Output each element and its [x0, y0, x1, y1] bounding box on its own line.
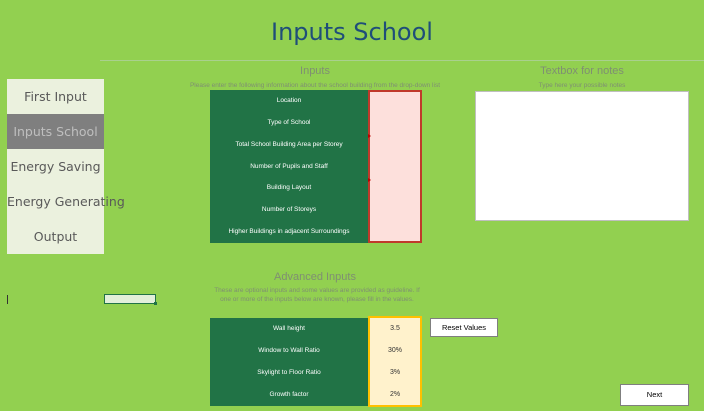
comment-indicator-icon: [368, 134, 371, 138]
next-button[interactable]: Next: [620, 384, 689, 406]
advanced-section-subtitle: These are optional inputs and some value…: [214, 287, 420, 303]
selected-cell[interactable]: [104, 294, 156, 304]
field-label-building-layout: Building Layout: [266, 184, 312, 192]
comment-indicator-icon: [368, 178, 371, 182]
advanced-values-box: 3.5 30% 3% 2%: [368, 316, 422, 407]
inputs-label-column: Location Type of School Total School Bui…: [210, 90, 368, 243]
field-label-building-area: Total School Building Area per Storey: [235, 140, 343, 148]
notes-textbox[interactable]: [475, 91, 689, 221]
field-label-skylight-floor-ratio: Skylight to Floor Ratio: [257, 369, 321, 376]
field-label-growth-factor: Growth factor: [269, 391, 309, 398]
inputs-section-title: Inputs: [300, 65, 330, 77]
fill-handle[interactable]: [154, 302, 157, 305]
header-divider: [100, 60, 704, 61]
text-cursor-marker: [7, 295, 8, 304]
inputs-section-subtitle: Please enter the following information a…: [189, 82, 441, 89]
field-label-wall-height: Wall height: [273, 325, 305, 332]
sidebar-item-energy-saving[interactable]: Energy Saving: [7, 149, 104, 184]
wall-height-input[interactable]: 3.5: [370, 318, 420, 340]
notes-section-subtitle: Type here your possible notes: [538, 82, 626, 89]
page-title: Inputs School: [271, 18, 433, 46]
sidebar-item-inputs-school[interactable]: Inputs School: [7, 114, 104, 149]
field-label-number-of-storeys: Number of Storeys: [261, 206, 317, 214]
field-label-pupils-staff: Number of Pupils and Staff: [250, 162, 328, 170]
sidebar-item-output[interactable]: Output: [7, 219, 104, 254]
skylight-floor-ratio-input[interactable]: 3%: [370, 362, 420, 384]
window-wall-ratio-input[interactable]: 30%: [370, 340, 420, 362]
field-label-location: Location: [276, 97, 302, 104]
growth-factor-input[interactable]: 2%: [370, 384, 420, 406]
sidebar-nav: First Input Inputs School Energy Saving …: [7, 79, 125, 254]
reset-values-button[interactable]: Reset Values: [430, 318, 498, 337]
inputs-dropdown-values[interactable]: [368, 90, 422, 243]
notes-section-title: Textbox for notes: [540, 65, 624, 77]
advanced-label-column: Wall height Window to Wall Ratio Skyligh…: [210, 318, 368, 406]
field-label-window-wall-ratio: Window to Wall Ratio: [258, 347, 320, 354]
advanced-section-title: Advanced Inputs: [274, 271, 356, 283]
field-label-type-of-school: Type of School: [267, 118, 311, 126]
sidebar-item-first-input[interactable]: First Input: [7, 79, 104, 114]
field-label-higher-buildings: Higher Buildings in adjacent Surrounding…: [228, 228, 350, 236]
sidebar-item-energy-generating[interactable]: Energy Generating: [7, 184, 125, 219]
